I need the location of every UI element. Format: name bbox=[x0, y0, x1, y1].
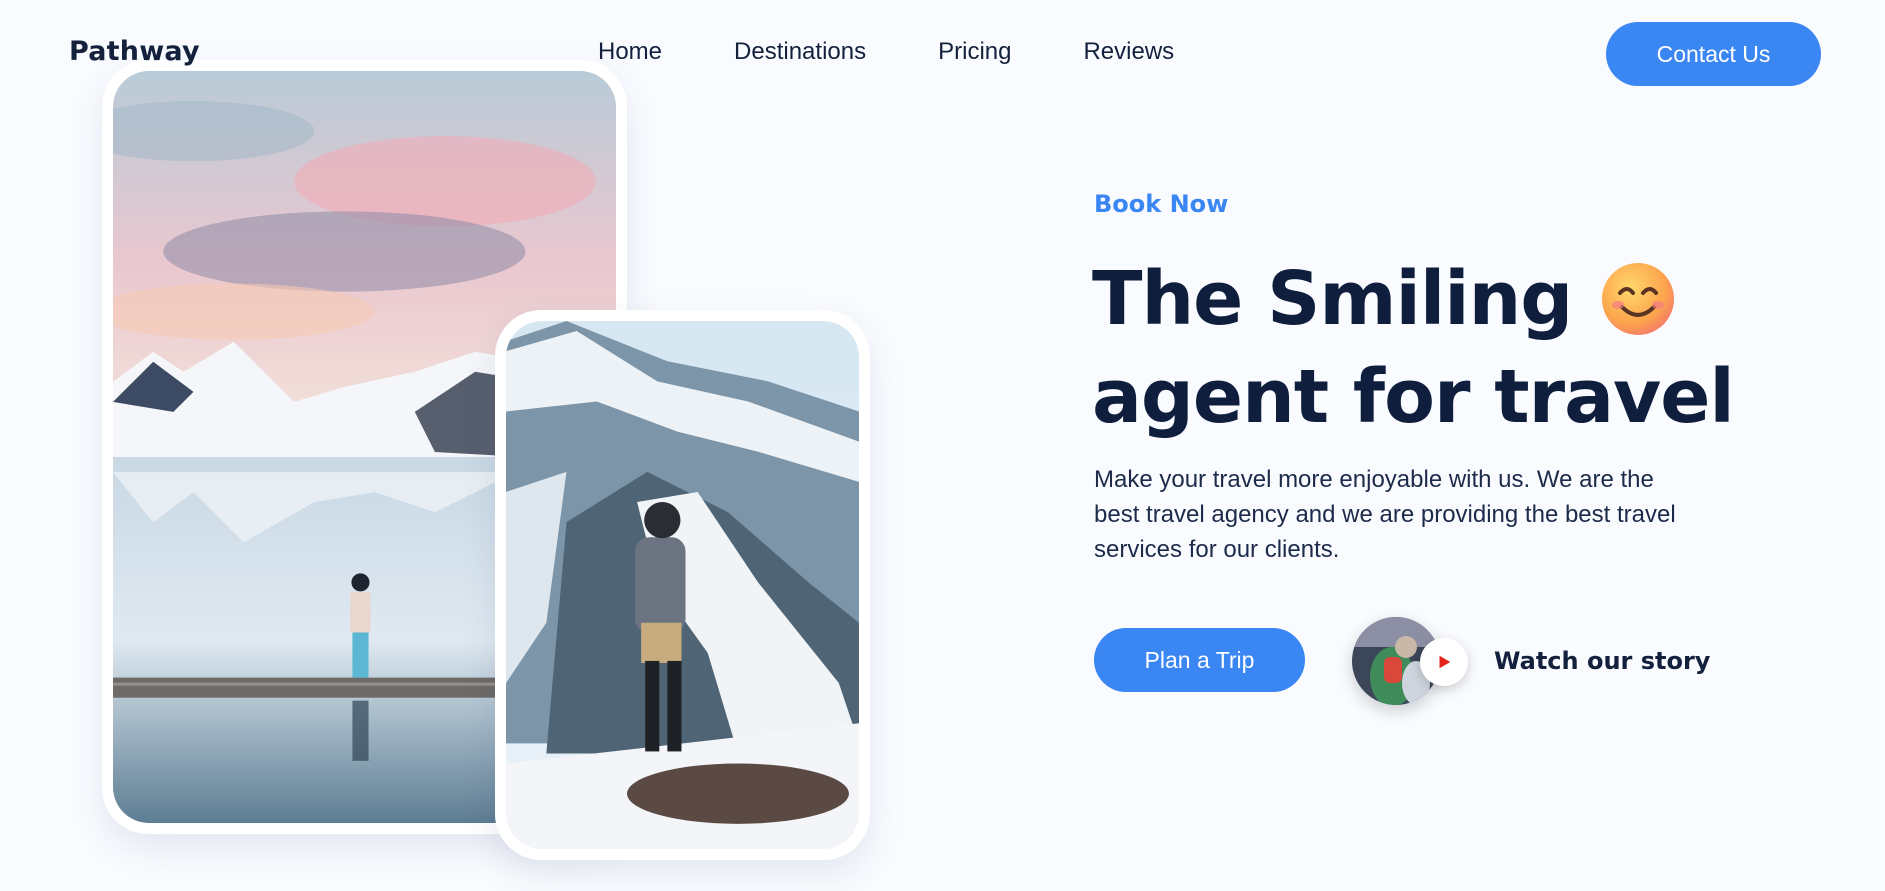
smiling-face-icon bbox=[1602, 263, 1675, 335]
nav-home[interactable]: Home bbox=[598, 38, 662, 66]
headline-line-2: agent for travel bbox=[1092, 354, 1735, 440]
photo-card-mountain bbox=[495, 310, 870, 860]
watch-story-link[interactable]: Watch our story bbox=[1352, 616, 1710, 706]
book-now-label: Book Now bbox=[1094, 190, 1229, 218]
nav-destinations[interactable]: Destinations bbox=[734, 38, 866, 66]
play-button[interactable] bbox=[1420, 638, 1468, 686]
main-nav: Home Destinations Pricing Reviews bbox=[598, 38, 1246, 66]
play-icon bbox=[1439, 655, 1451, 669]
nav-reviews[interactable]: Reviews bbox=[1083, 38, 1174, 66]
landing-page: Pathway Home Destinations Pricing Review… bbox=[0, 0, 1885, 891]
plan-a-trip-button[interactable]: Plan a Trip bbox=[1094, 628, 1305, 692]
mountain-photo bbox=[506, 321, 859, 849]
hero-headline: The Smiling agent for travel bbox=[1092, 250, 1735, 446]
watch-story-label[interactable]: Watch our story bbox=[1494, 647, 1710, 675]
headline-line-1: The Smiling bbox=[1092, 256, 1573, 342]
hero-description: Make your travel more enjoyable with us.… bbox=[1094, 466, 1676, 563]
contact-us-button[interactable]: Contact Us bbox=[1606, 22, 1821, 86]
nav-pricing[interactable]: Pricing bbox=[938, 38, 1011, 66]
logo[interactable]: Pathway bbox=[69, 36, 200, 67]
